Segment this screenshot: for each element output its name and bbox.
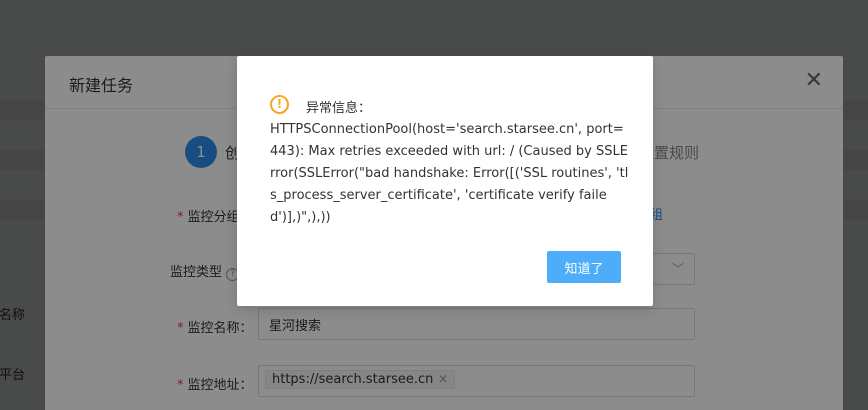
- ok-button[interactable]: 知道了: [547, 251, 621, 283]
- error-alert-dialog: ! 异常信息： HTTPSConnectionPool(host='search…: [237, 56, 653, 306]
- alert-message: HTTPSConnectionPool(host='search.starsee…: [270, 122, 629, 225]
- warning-icon: !: [270, 95, 289, 114]
- alert-title: 异常信息：: [306, 101, 372, 116]
